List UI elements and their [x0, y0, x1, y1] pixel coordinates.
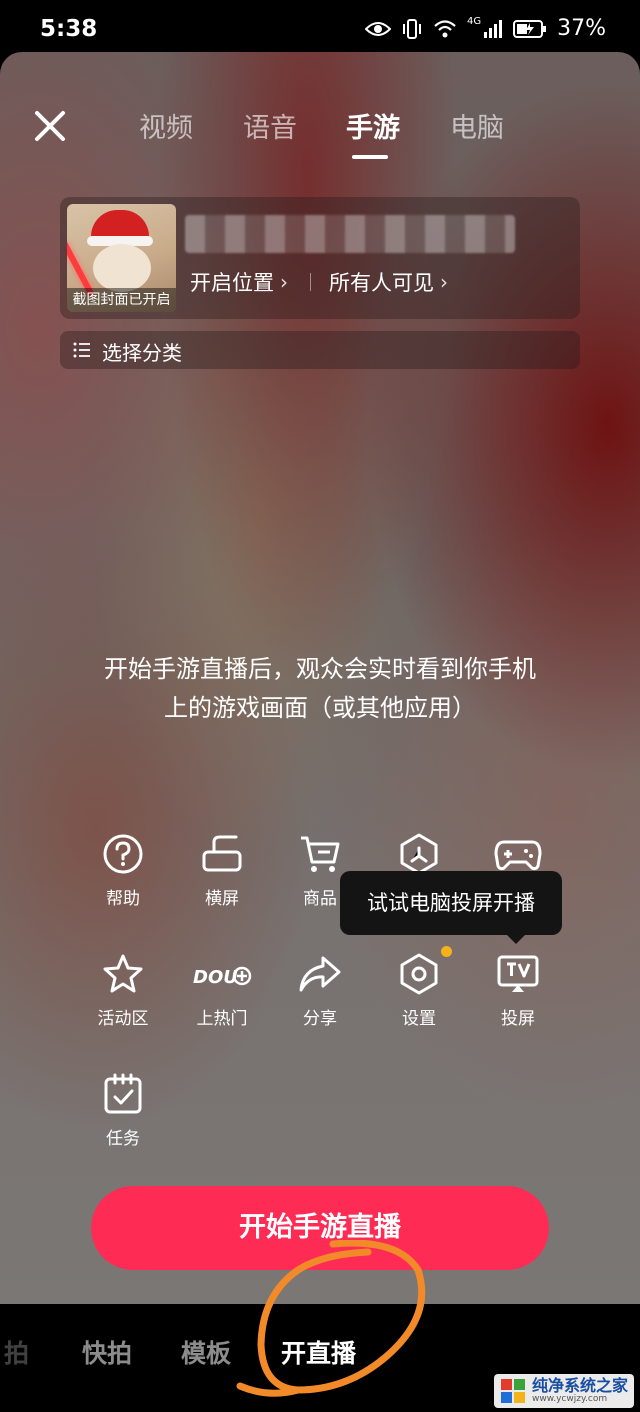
status-time: 5:38: [40, 16, 98, 42]
annotation-circle: [236, 1240, 426, 1397]
status-bar: 5:38 4G 37%: [0, 0, 640, 60]
screen-cast-button[interactable]: 投屏: [473, 952, 563, 1042]
dou-plus-icon: DOU: [193, 966, 252, 988]
landscape-button[interactable]: 横屏: [177, 832, 267, 922]
tab-video[interactable]: 视频: [139, 106, 193, 145]
battery-icon: [513, 19, 547, 38]
live-title-field[interactable]: [185, 215, 515, 253]
cast-tooltip: 试试电脑投屏开播: [340, 871, 562, 935]
help-icon: [103, 834, 143, 874]
watermark-url: www.ycwjzy.com: [531, 1394, 608, 1404]
battery-percent: 37%: [557, 16, 606, 41]
tab-computer[interactable]: 电脑: [450, 106, 504, 145]
svg-text:DOU: DOU: [193, 967, 238, 988]
active-tab-indicator: [352, 155, 388, 159]
dou-plus-label: 上热门: [196, 1009, 248, 1029]
tab-voice[interactable]: 语音: [243, 106, 297, 145]
list-icon: [73, 342, 90, 358]
aperture-icon: [400, 833, 438, 875]
meta-divider: [310, 273, 311, 291]
site-watermark: 纯净系统之家 www.ycwjzy.com: [493, 1374, 634, 1408]
settings-icon: [400, 953, 438, 995]
settings-notification-dot: [441, 946, 452, 957]
tasks-button[interactable]: 任务: [78, 1072, 168, 1162]
wifi-icon: [434, 19, 456, 37]
mode-photo[interactable]: 拍: [4, 1334, 29, 1370]
mode-quick-shot[interactable]: 快拍: [82, 1334, 132, 1370]
live-type-tabs: 视频 语音 手游 电脑: [0, 106, 640, 166]
dou-plus-button[interactable]: DOU 上热门: [177, 952, 267, 1042]
visibility-button[interactable]: 所有人可见: [329, 267, 434, 297]
live-setup-panel: 视频 语音 手游 电脑 截图封面已开启 开启位置 › 所有人可见 › 选择分类 …: [0, 52, 640, 1304]
cover-face: [93, 244, 151, 292]
meta-row: 开启位置 › 所有人可见 ›: [190, 267, 458, 297]
help-label: 帮助: [106, 889, 140, 909]
cart-icon: [301, 836, 340, 872]
description-text: 开始手游直播后，观众会实时看到你手机上的游戏画面（或其他应用）: [104, 655, 536, 722]
watermark-text: 纯净系统之家 www.ycwjzy.com: [531, 1376, 628, 1405]
star-icon: [103, 954, 143, 993]
landscape-icon: [202, 835, 242, 872]
network-type: 4G: [466, 16, 482, 27]
watermark-name: 纯净系统之家: [531, 1376, 628, 1395]
signal-icon: [484, 19, 503, 38]
eye-icon: [364, 21, 391, 36]
live-info-card: 截图封面已开启 开启位置 › 所有人可见 ›: [60, 197, 580, 319]
cover-image[interactable]: 截图封面已开启: [67, 204, 176, 312]
activity-zone-label: 活动区: [97, 1009, 149, 1029]
category-selector[interactable]: 选择分类: [60, 331, 580, 369]
chevron-right-icon: ›: [440, 270, 448, 294]
settings-button[interactable]: 设置: [374, 952, 464, 1042]
screen-cast-label: 投屏: [501, 1009, 535, 1029]
vibrate-icon: [402, 18, 421, 39]
status-icons: 4G 37%: [364, 16, 606, 41]
cover-caption: 截图封面已开启: [67, 288, 176, 312]
settings-label: 设置: [402, 1009, 436, 1029]
location-button[interactable]: 开启位置: [190, 267, 274, 297]
share-icon: [299, 956, 341, 992]
help-button[interactable]: 帮助: [78, 832, 168, 922]
gamepad-icon: [494, 840, 542, 871]
tab-mobile-game[interactable]: 手游: [346, 106, 400, 145]
cast-tooltip-arrow: [506, 934, 526, 944]
windows-logo-icon: [500, 1379, 525, 1403]
mode-template[interactable]: 模板: [181, 1334, 231, 1370]
chevron-right-icon: ›: [280, 270, 288, 294]
share-button[interactable]: 分享: [275, 952, 365, 1042]
category-label: 选择分类: [102, 341, 182, 365]
activity-zone-button[interactable]: 活动区: [78, 952, 168, 1042]
tv-cast-icon: [497, 955, 539, 992]
landscape-label: 横屏: [205, 889, 239, 909]
share-label: 分享: [303, 1009, 337, 1029]
task-icon: [104, 1073, 142, 1114]
tasks-label: 任务: [106, 1129, 140, 1149]
